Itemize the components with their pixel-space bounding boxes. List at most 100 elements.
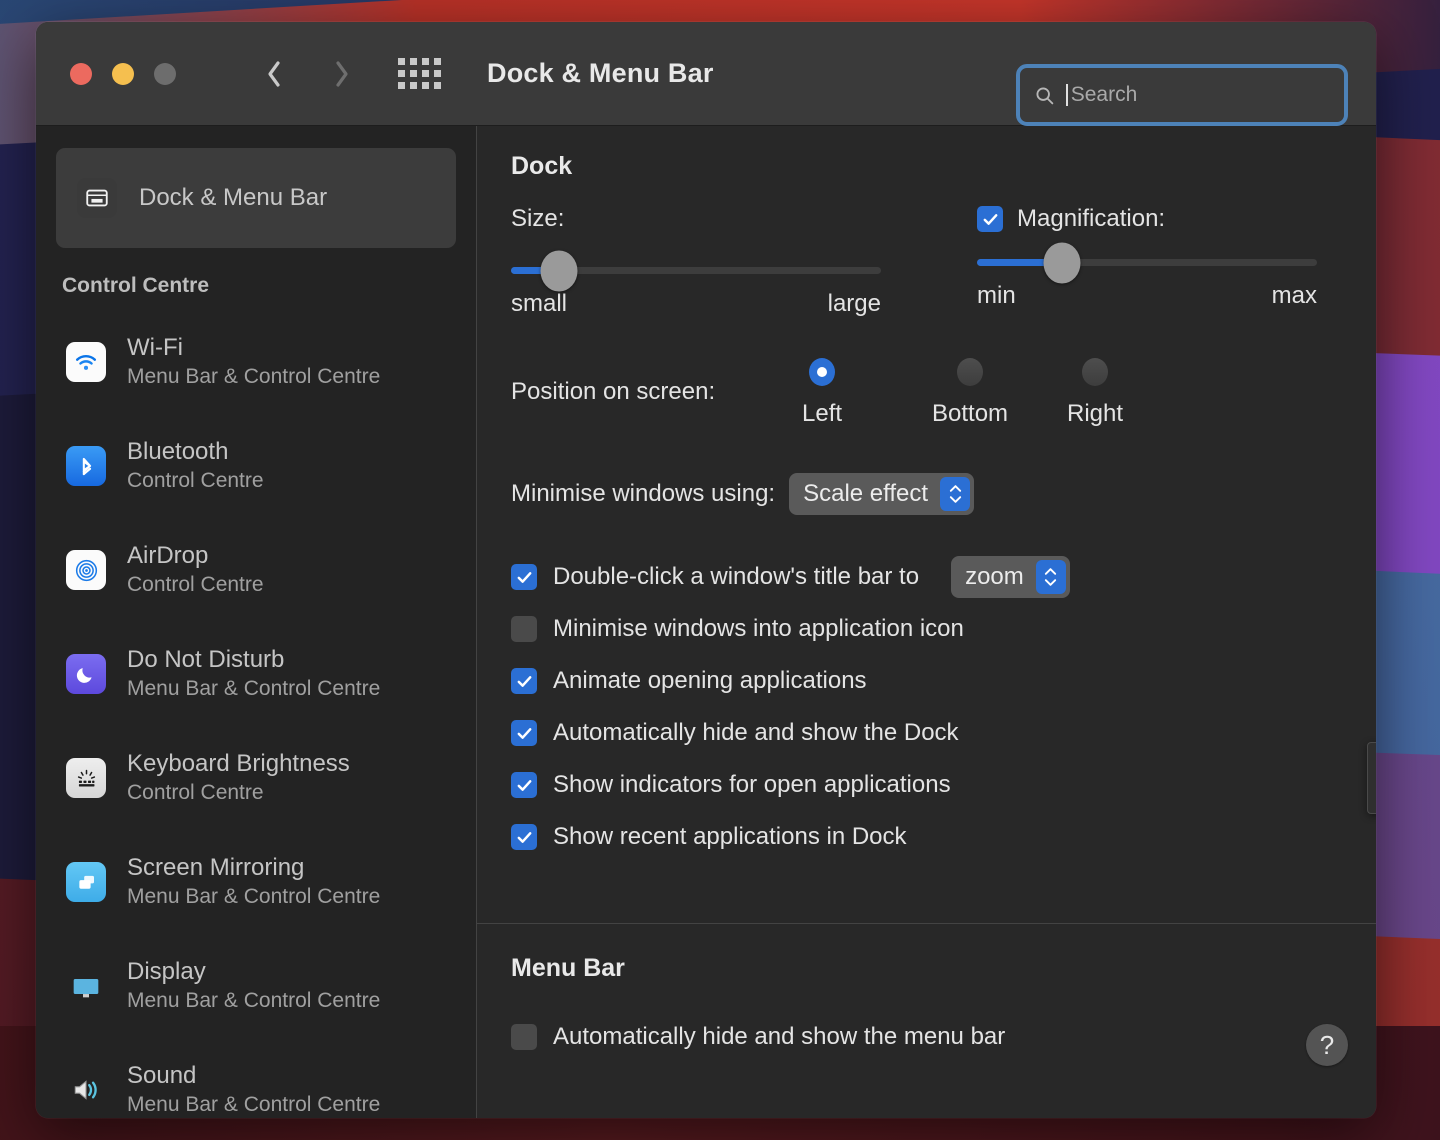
menu-bar-auto-hide-row[interactable]: Automatically hide and show the menu bar	[511, 1011, 1376, 1063]
slider-knob[interactable]	[1043, 242, 1081, 283]
radio-right[interactable]	[1082, 358, 1109, 386]
sidebar: Dock & Menu Bar Control Centre Wi-Fi Men…	[36, 126, 477, 1118]
back-button[interactable]	[254, 52, 294, 96]
minimise-into-icon-row[interactable]: Minimise windows into application icon	[511, 603, 1376, 655]
double-click-label: Double-click a window's title bar to	[553, 563, 920, 590]
sidebar-item-title: Wi-Fi	[127, 334, 183, 362]
magnification-checkbox[interactable]	[977, 206, 1003, 232]
show-indicators-row[interactable]: Show indicators for open applications	[511, 759, 1376, 811]
double-click-action-popup[interactable]: zoom	[951, 556, 1070, 598]
minimise-button[interactable]	[112, 62, 134, 85]
position-option-label: Bottom	[932, 400, 1009, 427]
magnification-checkbox-row[interactable]: Magnification:	[977, 205, 1317, 233]
wifi-icon	[66, 342, 106, 382]
sidebar-item-subtitle: Control Centre	[127, 572, 264, 596]
menu-bar-auto-hide-checkbox[interactable]	[511, 1024, 537, 1050]
forward-button[interactable]	[322, 52, 362, 96]
minimise-effect-popup[interactable]: Scale effect	[789, 473, 975, 515]
checkmark-icon	[517, 727, 531, 739]
show-all-grid-icon[interactable]	[398, 58, 441, 89]
dock-size-control: Size: small large	[511, 205, 881, 318]
double-click-checkbox[interactable]	[511, 564, 537, 590]
help-button[interactable]: ?	[1306, 1024, 1348, 1066]
dock-magnification-slider[interactable]	[977, 242, 1317, 283]
sidebar-item-screen-mirroring[interactable]: Screen Mirroring Menu Bar & Control Cent…	[36, 830, 476, 934]
dock-checkbox-list: Double-click a window's title bar to zoo…	[511, 551, 1376, 863]
sidebar-item-do-not-disturb[interactable]: Do Not Disturb Menu Bar & Control Centre	[36, 622, 476, 726]
sidebar-item-keyboard-brightness[interactable]: Keyboard Brightness Control Centre	[36, 726, 476, 830]
auto-hide-dock-label: Automatically hide and show the Dock	[553, 719, 959, 746]
sidebar-item-label: Dock & Menu Bar	[139, 184, 328, 211]
window-body: Dock & Menu Bar Control Centre Wi-Fi Men…	[36, 126, 1376, 1118]
bluetooth-icon	[66, 446, 106, 486]
animate-opening-checkbox[interactable]	[511, 668, 537, 694]
menu-bar-settings-group: Menu Bar Automatically hide and show the…	[477, 923, 1376, 1118]
text-caret	[1066, 84, 1068, 106]
sidebar-section-header: Control Centre	[62, 274, 209, 297]
screen-mirroring-icon	[66, 862, 106, 902]
sidebar-item-title: Display	[127, 958, 206, 986]
sidebar-item-bluetooth[interactable]: Bluetooth Control Centre	[36, 414, 476, 518]
show-indicators-checkbox[interactable]	[511, 772, 537, 798]
radio-left[interactable]	[809, 358, 836, 386]
stepper-icon[interactable]	[1035, 560, 1066, 594]
stepper-icon[interactable]	[940, 477, 971, 511]
sidebar-item-title: AirDrop	[127, 542, 209, 570]
search-field[interactable]	[1016, 64, 1348, 126]
minimise-into-icon-label: Minimise windows into application icon	[553, 615, 964, 642]
sidebar-item-subtitle: Menu Bar & Control Centre	[127, 1092, 381, 1116]
sidebar-item-title: Screen Mirroring	[127, 854, 305, 882]
show-recent-apps-row[interactable]: Show recent applications in Dock	[511, 811, 1376, 863]
dock-size-label: Size:	[511, 205, 565, 232]
menu-bar-heading: Menu Bar	[511, 954, 625, 982]
position-option-left[interactable]: Left	[802, 358, 842, 428]
dock-settings-group: Dock Size: small large Magnification: mi…	[477, 126, 1376, 923]
auto-hide-dock-row[interactable]: Automatically hide and show the Dock	[511, 707, 1376, 759]
animate-opening-row[interactable]: Animate opening applications	[511, 655, 1376, 707]
magnification-label: Magnification:	[1017, 205, 1166, 232]
position-option-label: Left	[802, 400, 843, 427]
sidebar-item-subtitle: Control Centre	[127, 780, 264, 804]
dock-position-control: Position on screen: Left Bottom Right	[477, 353, 1376, 463]
dock-magnification-endlabels: min max	[977, 282, 1317, 310]
window-titlebar: Dock & Menu Bar	[36, 22, 1376, 126]
position-label: Position on screen:	[511, 378, 716, 405]
dock-heading: Dock	[511, 152, 573, 180]
sidebar-item-sound[interactable]: Sound Menu Bar & Control Centre	[36, 1038, 476, 1118]
show-recent-apps-checkbox[interactable]	[511, 824, 537, 850]
sidebar-item-subtitle: Menu Bar & Control Centre	[127, 364, 381, 388]
airdrop-icon	[66, 550, 106, 590]
double-click-action-value: zoom	[965, 563, 1024, 590]
slider-knob[interactable]	[540, 250, 578, 291]
sidebar-item-subtitle: Menu Bar & Control Centre	[127, 676, 381, 700]
minimise-effect-label: Minimise windows using:	[511, 480, 776, 507]
show-recent-apps-label: Show recent applications in Dock	[553, 823, 907, 850]
double-click-row[interactable]: Double-click a window's title bar to zoo…	[511, 551, 1376, 603]
checkmark-icon	[517, 571, 531, 583]
display-icon	[66, 966, 106, 1006]
minimise-effect-row: Minimise windows using: Scale effect	[511, 473, 1376, 515]
sidebar-item-airdrop[interactable]: AirDrop Control Centre	[36, 518, 476, 622]
search-input[interactable]	[1070, 83, 1334, 107]
sidebar-item-wifi[interactable]: Wi-Fi Menu Bar & Control Centre	[36, 310, 476, 414]
size-min-label: small	[511, 290, 568, 317]
minimise-into-icon-checkbox[interactable]	[511, 616, 537, 642]
tooltip-show-all: Show All	[1367, 742, 1376, 814]
sidebar-item-subtitle: Menu Bar & Control Centre	[127, 988, 381, 1012]
auto-hide-dock-checkbox[interactable]	[511, 720, 537, 746]
zoom-button[interactable]	[154, 62, 176, 85]
sidebar-item-display[interactable]: Display Menu Bar & Control Centre	[36, 934, 476, 1038]
search-icon	[1036, 86, 1054, 104]
content-pane: Dock Size: small large Magnification: mi…	[477, 126, 1376, 1118]
dock-size-slider[interactable]	[511, 250, 881, 291]
close-button[interactable]	[70, 62, 92, 85]
sidebar-item-dock-menu-bar[interactable]: Dock & Menu Bar	[56, 148, 456, 248]
magnification-min-label: min	[977, 282, 1016, 309]
menu-bar-auto-hide-label: Automatically hide and show the menu bar	[553, 1023, 1006, 1050]
dock-magnification-control: Magnification: min max	[977, 205, 1317, 310]
position-option-bottom[interactable]: Bottom	[932, 358, 1008, 428]
radio-bottom[interactable]	[957, 358, 984, 386]
show-indicators-label: Show indicators for open applications	[553, 771, 951, 798]
animate-opening-label: Animate opening applications	[553, 667, 867, 694]
position-option-right[interactable]: Right	[1067, 358, 1123, 428]
